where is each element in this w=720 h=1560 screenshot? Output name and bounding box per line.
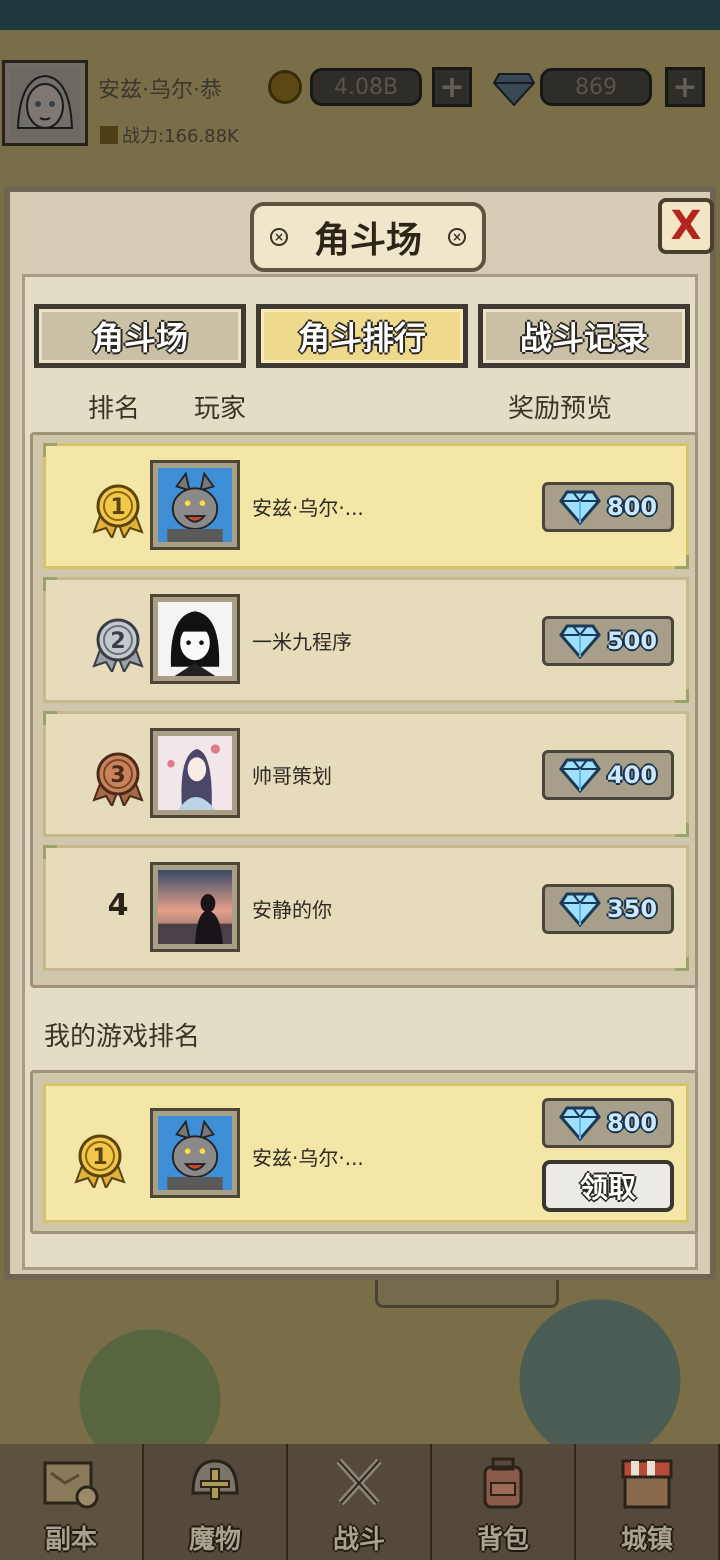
reward-preview: 800 — [542, 482, 674, 532]
medal-rank: 2 — [110, 629, 125, 654]
backpack-icon — [483, 1457, 523, 1509]
crossed-swords-icon — [336, 1458, 382, 1506]
ranking-list[interactable]: 1 安兹·乌尔·... 800 2 一米九程序 500 3 帅哥策划 400 4… — [30, 432, 698, 988]
reward-preview: 350 — [542, 884, 674, 934]
bronze-medal-icon: 3 — [92, 752, 144, 806]
column-header-player: 玩家 — [194, 394, 247, 424]
my-ranking-box: 1 安兹·乌尔·... 800 领取 — [30, 1070, 698, 1234]
sunset-avatar-icon — [158, 870, 232, 944]
tab-battle-record[interactable]: 战斗记录 — [478, 304, 690, 368]
ranking-row[interactable]: 4 安静的你 350 — [43, 845, 689, 971]
close-button[interactable]: X — [658, 198, 714, 254]
ranking-row[interactable]: 2 一米九程序 500 — [43, 577, 689, 703]
gold-medal-icon: 1 — [92, 484, 144, 538]
nav-label: 副本 — [44, 1525, 97, 1555]
diamond-icon — [559, 1106, 601, 1141]
diamond-icon — [559, 892, 601, 927]
nav-town[interactable]: 城镇 — [576, 1444, 720, 1560]
dialog-title: 角斗场 — [313, 220, 422, 261]
player-avatar[interactable] — [150, 862, 240, 952]
player-avatar[interactable] — [150, 594, 240, 684]
medal-rank: 1 — [110, 495, 125, 520]
dialog-title-plate: × 角斗场 × — [250, 202, 486, 272]
gold-medal-icon: 1 — [74, 1134, 126, 1188]
tab-arena-ranking[interactable]: 角斗排行 — [256, 304, 468, 368]
bolt-icon: × — [270, 228, 288, 246]
player-avatar[interactable] — [150, 1108, 240, 1198]
player-name: 安兹·乌尔·... — [252, 1146, 364, 1170]
werewolf-avatar-icon — [158, 1116, 232, 1190]
player-name: 安静的你 — [252, 898, 332, 922]
medal-rank: 3 — [110, 763, 125, 788]
player-name: 安兹·乌尔·... — [252, 496, 364, 520]
nav-backpack[interactable]: 背包 — [432, 1444, 576, 1560]
bottom-navigation: 副本 魔物 战斗 背包 城镇 — [0, 1444, 720, 1560]
werewolf-avatar-icon — [158, 468, 232, 542]
nav-monster[interactable]: 魔物 — [144, 1444, 288, 1560]
column-header-rank: 排名 — [88, 394, 141, 424]
diamond-icon — [559, 624, 601, 659]
nav-label: 城镇 — [620, 1525, 673, 1555]
reward-preview: 400 — [542, 750, 674, 800]
player-name: 帅哥策划 — [252, 764, 332, 788]
map-scroll-icon — [43, 1461, 99, 1509]
reward-preview: 800 — [542, 1098, 674, 1148]
player-avatar[interactable] — [150, 728, 240, 818]
ranking-row[interactable]: 1 安兹·乌尔·... 800 — [43, 443, 689, 569]
arena-dialog: × 角斗场 × X 角斗场 角斗排行 战斗记录 排名 玩家 奖励预览 1 安兹·… — [4, 186, 716, 1280]
claim-reward-button[interactable]: 领取 — [542, 1160, 674, 1212]
ink-painting-avatar-icon — [158, 736, 232, 810]
my-ranking-title: 我的游戏排名 — [44, 1022, 201, 1052]
column-header-reward: 奖励预览 — [508, 394, 613, 424]
diamond-icon — [559, 758, 601, 793]
player-avatar[interactable] — [150, 460, 240, 550]
medal-rank: 1 — [92, 1145, 107, 1170]
nav-label: 战斗 — [332, 1525, 385, 1555]
tab-arena[interactable]: 角斗场 — [34, 304, 246, 368]
bolt-icon: × — [448, 228, 466, 246]
ranking-row[interactable]: 3 帅哥策划 400 — [43, 711, 689, 837]
player-name: 一米九程序 — [252, 630, 352, 654]
town-shop-icon — [621, 1459, 673, 1509]
reward-amount: 800 — [606, 1109, 658, 1137]
diamond-icon — [559, 490, 601, 525]
reward-amount: 400 — [606, 761, 658, 789]
nav-dungeon[interactable]: 副本 — [0, 1444, 144, 1560]
silver-medal-icon: 2 — [92, 618, 144, 672]
rank-number: 4 — [107, 888, 129, 923]
nav-label: 背包 — [476, 1525, 529, 1555]
nav-battle[interactable]: 战斗 — [288, 1444, 432, 1560]
anime-girl-avatar-icon — [158, 602, 232, 676]
reward-preview: 500 — [542, 616, 674, 666]
reward-amount: 800 — [606, 493, 658, 521]
monster-helmet-icon — [191, 1459, 239, 1500]
nav-label: 魔物 — [188, 1525, 241, 1555]
reward-amount: 350 — [606, 895, 658, 923]
reward-amount: 500 — [606, 627, 658, 655]
my-ranking-row: 1 安兹·乌尔·... 800 领取 — [43, 1083, 689, 1223]
close-icon: X — [670, 203, 702, 249]
